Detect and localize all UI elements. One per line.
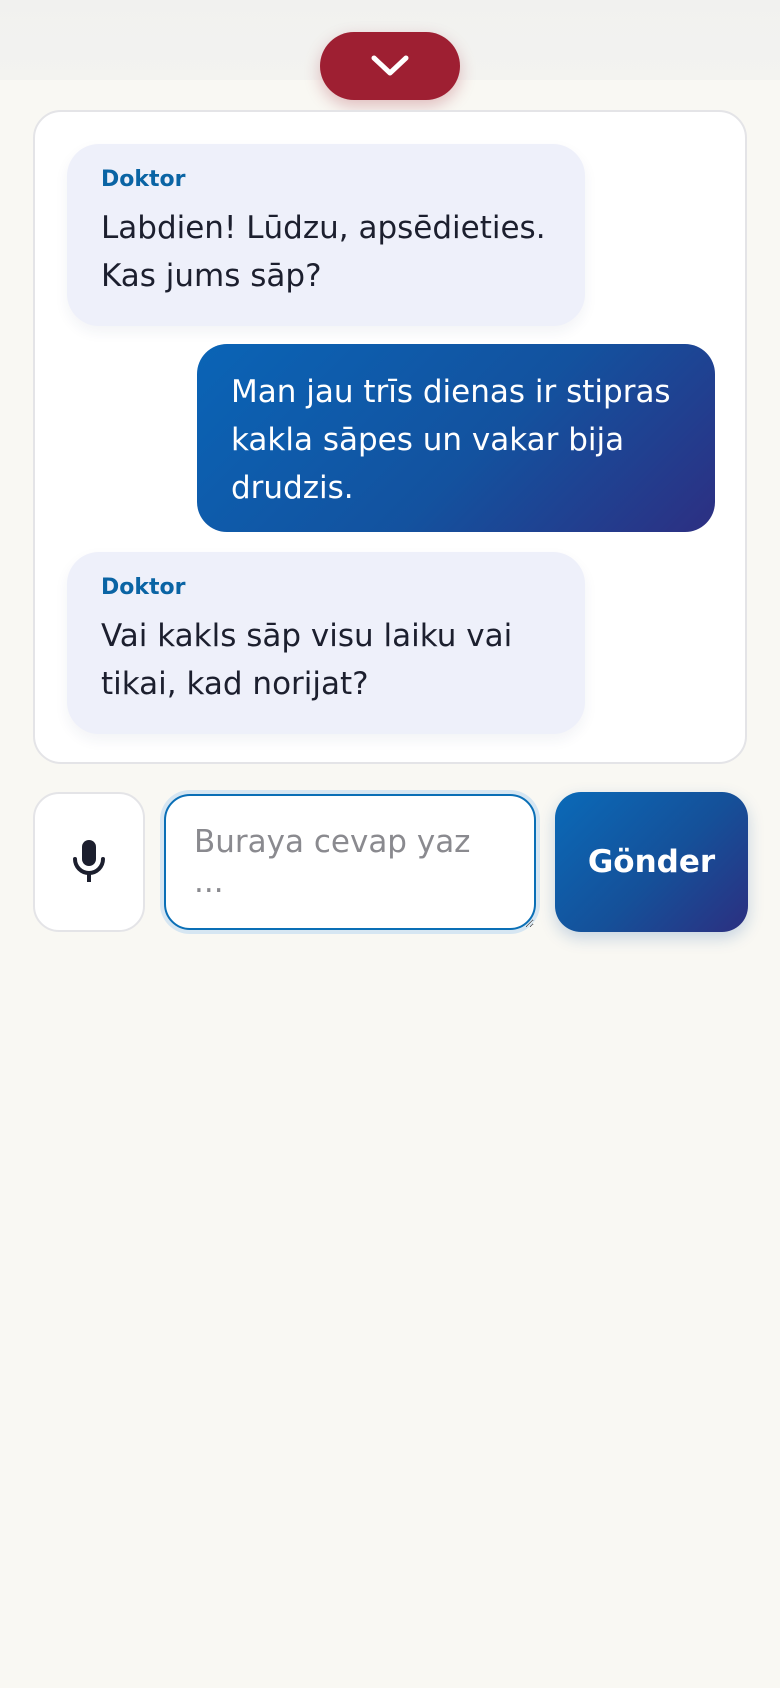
chevron-down-icon [371,55,409,76]
message-line: tikai, kad norijat? [101,666,369,702]
sender-name: Doktor [101,575,186,600]
message-line: Vai kakls sāp visu laiku vai [101,618,513,654]
send-button[interactable]: Gönder [555,792,748,932]
reply-input[interactable] [164,794,536,930]
reply-field-wrapper [160,790,540,934]
microphone-icon [73,840,105,882]
microphone-button[interactable] [33,792,145,932]
message-line: drudzis. [231,470,354,506]
message-line: kakla sāpes un vakar bija [231,422,625,458]
collapse-button[interactable] [320,32,460,100]
message-line: Labdien! Lūdzu, apsēdieties. [101,210,546,246]
message-line: Man jau trīs dienas ir stipras [231,374,671,410]
sender-name: Doktor [101,167,186,192]
doctor-message: Doktor Labdien! Lūdzu, apsēdieties. Kas … [67,144,585,326]
patient-message: Man jau trīs dienas ir stipras kakla sāp… [197,344,715,532]
chat-panel: Doktor Labdien! Lūdzu, apsēdieties. Kas … [33,110,747,764]
doctor-message: Doktor Vai kakls sāp visu laiku vai tika… [67,552,585,734]
message-line: Kas jums sāp? [101,258,322,294]
